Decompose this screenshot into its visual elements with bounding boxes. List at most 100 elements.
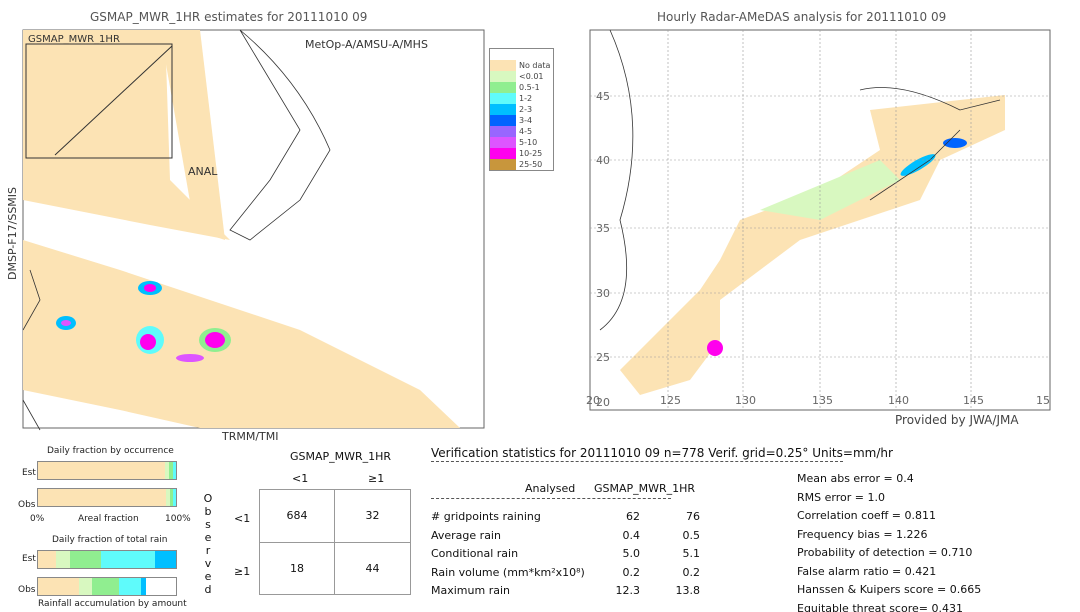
bar-segment — [38, 551, 56, 568]
legend-label: 1-2 — [519, 94, 533, 103]
legend-item: <0.01 — [490, 71, 553, 82]
stat-analysed: 62 — [626, 510, 640, 523]
legend-swatch — [490, 137, 516, 148]
score: False alarm ratio = 0.421 — [797, 564, 937, 578]
bar-segment — [38, 578, 80, 595]
stat-gsmap: 5.1 — [682, 547, 701, 560]
x0-label: 0% — [30, 514, 45, 524]
occ-obs-bar — [37, 488, 177, 507]
col-analysed: Analysed — [525, 482, 576, 495]
stat-label: Average rain — [431, 528, 501, 542]
rain-est-label: Est — [22, 554, 36, 564]
legend-swatch — [490, 71, 516, 82]
legend-swatch — [490, 159, 516, 170]
bar-segment — [69, 551, 102, 568]
legend-item: 10-25 — [490, 148, 553, 159]
anal-label: ANAL — [188, 165, 218, 178]
bar-segment — [91, 578, 120, 595]
lat-tick: 40 — [596, 154, 610, 167]
lat-tick: 20 — [596, 396, 610, 409]
row-header: <1 — [234, 512, 251, 525]
bar-segment — [155, 551, 176, 568]
lon-tick: 135 — [812, 394, 833, 407]
legend-label: No data — [519, 61, 551, 70]
lat-tick: 30 — [596, 287, 610, 300]
row-header: ≥1 — [234, 565, 251, 578]
bar-segment — [38, 462, 165, 479]
legend-item: 4-5 — [490, 126, 553, 137]
stat-label: Maximum rain — [431, 584, 510, 597]
score: Frequency bias = 1.226 — [797, 527, 928, 541]
stat-gsmap: 0.2 — [682, 565, 701, 579]
legend-swatch — [490, 93, 516, 104]
lon-tick: 130 — [735, 394, 756, 407]
legend-swatch — [490, 82, 516, 93]
stat-gsmap: 13.8 — [675, 584, 701, 597]
score: RMS error = 1.0 — [797, 490, 885, 504]
stat-analysed: 0.4 — [622, 528, 641, 542]
col-gsmap: GSMAP_MWR_1HR — [594, 482, 696, 495]
score: Probability of detection = 0.710 — [797, 546, 973, 559]
legend-item: 0.5-1 — [490, 82, 553, 93]
stat-analysed: 12.3 — [615, 584, 641, 597]
est-label: Est — [22, 468, 36, 478]
legend-item: 5-10 — [490, 137, 553, 148]
score: Hanssen & Kuipers score = 0.665 — [797, 583, 982, 596]
stat-label: Rain volume (mm*km²x10⁸) — [431, 565, 585, 579]
lon-tick: 140 — [888, 394, 909, 407]
score: Equitable threat score= 0.431 — [797, 601, 963, 612]
stat-gsmap: 0.5 — [682, 528, 701, 542]
col-header: <1 — [292, 472, 309, 485]
bar-segment — [173, 489, 176, 506]
right-map: 20 125 130 135 140 145 15454035302520 Provided… — [586, 29, 1051, 427]
legend-swatch — [490, 104, 516, 115]
legend-label: 10-25 — [519, 149, 543, 158]
rain-est-bar — [37, 550, 177, 569]
left-map: GSMAP_MWR_1HR MetOp-A/AMSU-A/MHS ANAL DM… — [6, 29, 485, 431]
inset-label: GSMAP_MWR_1HR — [28, 34, 120, 45]
occ-title: Daily fraction by occurrence — [47, 446, 174, 456]
stat-gsmap: 76 — [686, 510, 700, 523]
sensor-bottom: TRMM/TMI — [222, 430, 279, 443]
stat-label: Conditional rain — [431, 547, 519, 560]
sensor-top: MetOp-A/AMSU-A/MHS — [305, 38, 428, 51]
rain-obs-label: Obs — [18, 585, 36, 595]
lon-tick: 125 — [660, 394, 681, 407]
areal-label: Areal fraction — [78, 514, 139, 524]
legend-swatch — [490, 126, 516, 137]
legend-label: <0.01 — [519, 72, 544, 81]
rain-title: Daily fraction of total rain — [52, 535, 168, 545]
observed-label: Observed — [203, 492, 213, 596]
legend-swatch — [490, 49, 516, 60]
stat-analysed: 0.2 — [622, 565, 641, 579]
legend-label: 4-5 — [519, 127, 533, 136]
bar-segment — [55, 551, 70, 568]
cell: 684 — [260, 490, 335, 543]
lon-tick: 145 — [963, 394, 984, 407]
legend-label: 5-10 — [519, 138, 538, 147]
provider: Provided by JWA/JMA — [895, 413, 1019, 427]
bar-segment — [38, 489, 167, 506]
stat-label: # gridpoints raining — [431, 510, 541, 523]
legend-label: 2-3 — [519, 105, 533, 114]
score: Mean abs error = 0.4 — [797, 472, 914, 485]
stat-analysed: 5.0 — [622, 547, 641, 560]
sensor-left: DMSP-F17/SSMIS — [6, 187, 19, 280]
legend-item: 2-3 — [490, 104, 553, 115]
score: Correlation coeff = 0.811 — [797, 509, 936, 522]
bar-segment — [79, 578, 92, 595]
legend-swatch — [490, 148, 516, 159]
lat-tick: 45 — [596, 90, 610, 103]
cell: 18 — [260, 542, 335, 594]
legend-item: 25-50 — [490, 159, 553, 170]
rain-xlabel: Rainfall accumulation by amount — [38, 599, 187, 609]
legend: No data <0.01 0.5-1 1-2 2-3 3-4 4-5 5-10 10-25 25… — [489, 48, 554, 171]
contingency-title: GSMAP_MWR_1HR — [290, 450, 392, 463]
obs-label: Obs — [18, 500, 36, 510]
divider — [431, 498, 671, 499]
rain-obs-bar — [37, 577, 177, 596]
legend-label: 25-50 — [519, 160, 543, 169]
legend-item: 3-4 — [490, 115, 553, 126]
bar-segment — [119, 578, 142, 595]
bar-segment — [173, 462, 176, 479]
